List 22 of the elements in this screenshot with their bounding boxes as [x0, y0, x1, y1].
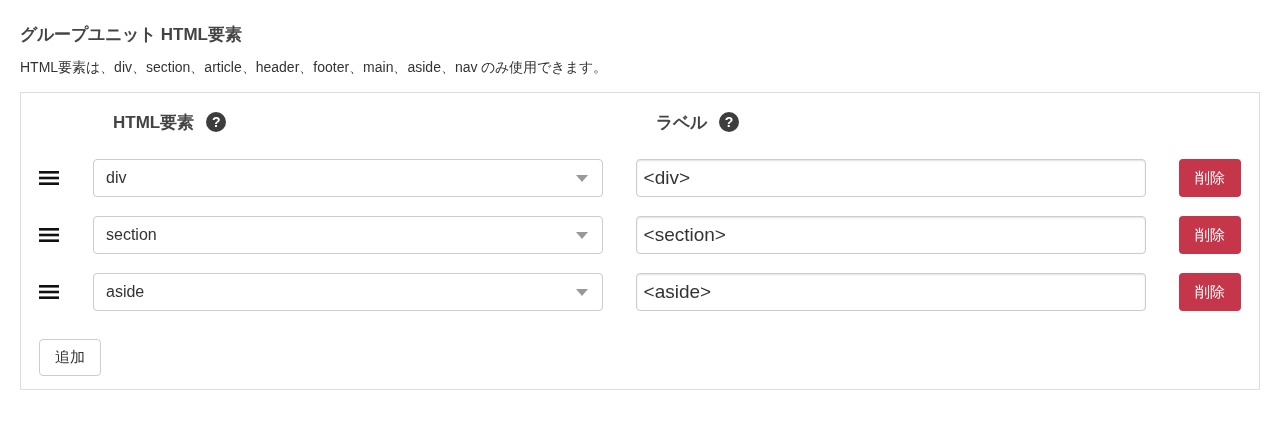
label-input[interactable]: <aside>: [635, 273, 1147, 311]
caret-icon: [575, 174, 588, 182]
delete-button[interactable]: 削除: [1179, 273, 1241, 311]
label-input[interactable]: <div>: [635, 159, 1147, 197]
label-input[interactable]: <section>: [635, 216, 1147, 254]
element-select[interactable]: aside: [93, 273, 603, 311]
column-heading: ラベル: [656, 111, 707, 134]
element-select[interactable]: div: [93, 159, 603, 197]
help-icon[interactable]: ?: [206, 112, 227, 132]
drag-handle-icon[interactable]: [39, 284, 59, 300]
delete-button[interactable]: 削除: [1179, 216, 1241, 254]
caret-icon: [575, 288, 588, 296]
column-heading: HTML要素: [113, 111, 195, 134]
section-title: グループユニット HTML要素: [20, 24, 243, 46]
caret-icon: [575, 231, 588, 239]
add-button[interactable]: 追加: [39, 339, 101, 376]
help-icon[interactable]: ?: [719, 112, 739, 132]
drag-handle-icon[interactable]: [39, 170, 59, 186]
element-select[interactable]: section: [93, 216, 603, 254]
description-text: HTML要素は、div、section、article、header、footer、main、aside、nav のみ使用できます。: [20, 58, 609, 77]
delete-button[interactable]: 削除: [1179, 159, 1241, 197]
drag-handle-icon[interactable]: [39, 227, 59, 243]
